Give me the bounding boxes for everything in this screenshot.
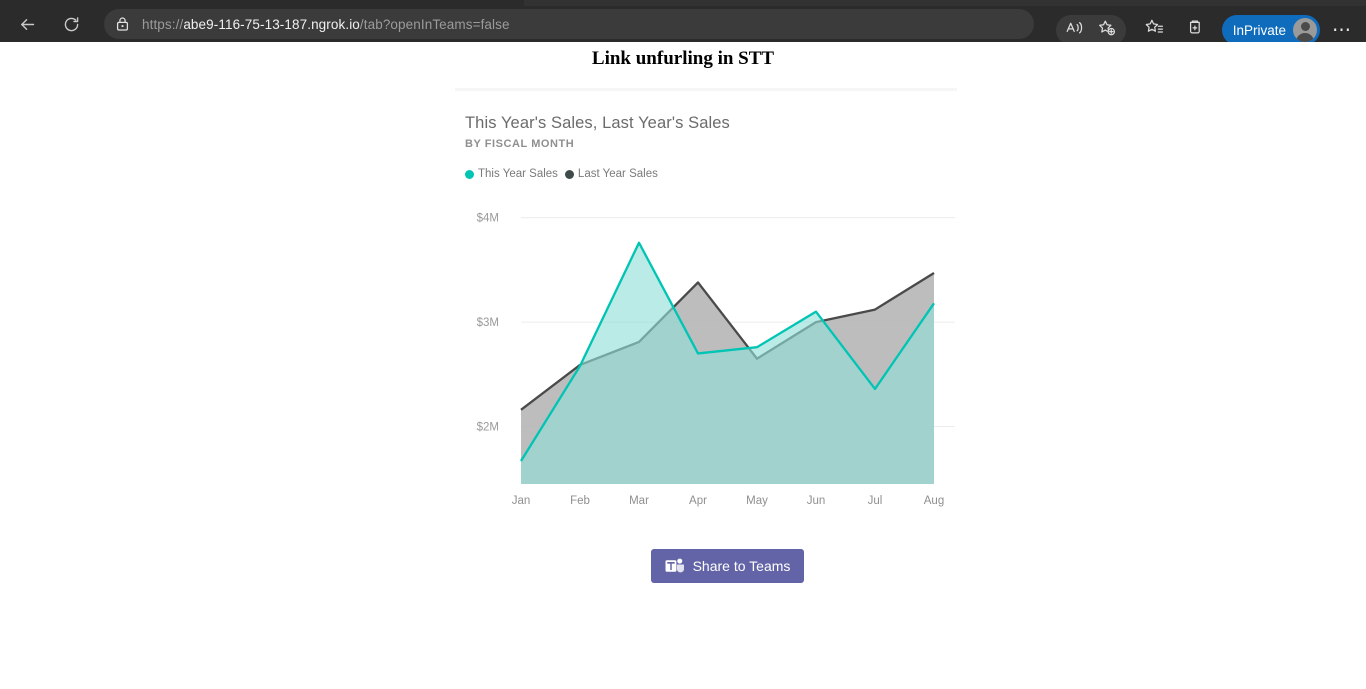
- x-tick-label: Jun: [807, 495, 826, 507]
- browser-toolbar: https://abe9-116-75-13-187.ngrok.io/tab?…: [0, 6, 1366, 45]
- inprivate-label: InPrivate: [1232, 22, 1286, 38]
- read-aloud-icon: [1065, 19, 1084, 42]
- x-tick-label: May: [746, 495, 768, 507]
- url-host: abe9-116-75-13-187.ngrok.io: [183, 16, 360, 32]
- reload-icon: [62, 15, 81, 34]
- y-tick-label: $3M: [477, 317, 499, 329]
- legend-dot-last-year: [564, 169, 574, 179]
- back-arrow-icon: [18, 15, 37, 34]
- report-card: This Year's Sales, Last Year's Sales BY …: [455, 102, 957, 542]
- chart-plot-area[interactable]: $2M $3M $4M Jan Feb Mar Apr May Jun Jul Aug: [455, 194, 957, 542]
- url-text: https://abe9-116-75-13-187.ngrok.io/tab?…: [142, 16, 510, 32]
- read-aloud-button[interactable]: [1059, 15, 1091, 45]
- browser-chrome: https://abe9-116-75-13-187.ngrok.io/tab?…: [0, 0, 1366, 45]
- x-tick-label: Mar: [629, 495, 649, 507]
- x-tick-label: Apr: [689, 495, 707, 507]
- x-tick-label: Aug: [924, 495, 944, 507]
- x-tick-label: Jul: [868, 495, 883, 507]
- share-to-teams-label: Share to Teams: [692, 558, 791, 574]
- collections-icon: [1186, 18, 1206, 42]
- add-favorite-button[interactable]: [1091, 15, 1123, 45]
- share-to-teams-button[interactable]: Share to Teams: [651, 549, 804, 583]
- reload-button[interactable]: [54, 9, 88, 39]
- legend-dot-this-year: [465, 169, 474, 179]
- chart-x-axis-labels: Jan Feb Mar Apr May Jun Jul Aug: [512, 495, 945, 507]
- legend-item-this-year[interactable]: This Year Sales: [465, 168, 558, 180]
- back-button[interactable]: [10, 9, 44, 39]
- y-tick-label: $2M: [477, 422, 499, 434]
- settings-and-more-button[interactable]: ⋯: [1324, 15, 1360, 45]
- page-content: Link unfurling in STT This Year's Sales,…: [0, 42, 1366, 689]
- favorites-button[interactable]: [1138, 15, 1170, 45]
- chart-subtitle: BY FISCAL MONTH: [465, 138, 575, 150]
- star-plus-icon: [1097, 19, 1116, 42]
- ellipsis-icon: ⋯: [1332, 19, 1352, 41]
- legend-item-last-year[interactable]: Last Year Sales: [564, 168, 658, 180]
- avatar: [1293, 18, 1317, 42]
- read-aloud-group: [1055, 15, 1126, 45]
- address-bar[interactable]: https://abe9-116-75-13-187.ngrok.io/tab?…: [104, 9, 1034, 39]
- padlock-icon[interactable]: [108, 10, 136, 38]
- inprivate-indicator[interactable]: InPrivate: [1221, 15, 1320, 45]
- favorites-star-icon: [1144, 18, 1164, 42]
- legend-label-last-year: Last Year Sales: [577, 168, 658, 180]
- chart-series-layer: [520, 241, 935, 484]
- teams-icon: [665, 558, 684, 573]
- x-tick-label: Jan: [512, 495, 531, 507]
- chart-title: This Year's Sales, Last Year's Sales: [465, 114, 730, 132]
- page-title: Link unfurling in STT: [591, 48, 775, 69]
- chart-y-axis-labels: $2M $3M $4M: [477, 213, 499, 434]
- url-path: /tab?openInTeams=false: [359, 16, 510, 32]
- collections-button[interactable]: [1180, 15, 1212, 45]
- legend-label-this-year: This Year Sales: [478, 168, 558, 180]
- title-divider: [455, 88, 957, 91]
- x-tick-label: Feb: [570, 495, 590, 507]
- area-chart[interactable]: $2M $3M $4M Jan Feb Mar Apr May Jun Jul Aug: [455, 194, 957, 542]
- y-tick-label: $4M: [477, 213, 499, 225]
- chart-legend: This Year Sales Last Year Sales: [465, 168, 658, 180]
